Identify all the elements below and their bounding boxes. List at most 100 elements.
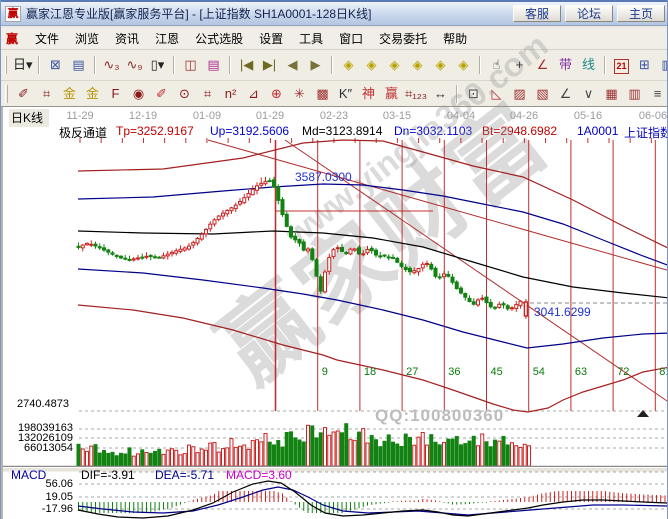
menu-item-设置[interactable]: 设置 (251, 28, 291, 49)
gann-number: 45 (491, 366, 503, 378)
angle-ruler-icon[interactable]: ⊿ (243, 84, 264, 104)
gann-diamond-down-icon[interactable]: ◈ (453, 55, 474, 75)
volume-bar (251, 441, 254, 466)
wave-9-icon[interactable]: ∿₉ (124, 55, 145, 75)
candle-body (404, 267, 407, 269)
menu-item-工具[interactable]: 工具 (291, 28, 331, 49)
candle-body (302, 242, 305, 250)
prev-page-icon[interactable]: ◀ (282, 55, 303, 75)
toolbar-grip[interactable] (5, 56, 7, 74)
candle-body (485, 297, 488, 302)
wave-v-icon[interactable]: ∨ (578, 84, 599, 104)
toolbar-separator (331, 56, 333, 74)
parallel-lines-icon[interactable]: ≡ (647, 84, 668, 104)
next-page-icon[interactable]: ▶ (305, 55, 326, 75)
dense-grid-icon[interactable]: ⌗ (197, 84, 218, 104)
candle-body (222, 213, 225, 216)
candle-body (115, 255, 118, 256)
crosshair-tool-icon[interactable]: + (509, 55, 530, 75)
calendar-21-icon[interactable]: 21 (611, 55, 632, 75)
compass-icon[interactable]: ⊕ (266, 84, 287, 104)
hand-tool-icon[interactable]: ☝ (486, 55, 507, 75)
shen-grid-icon[interactable]: 神 (358, 84, 379, 104)
time-circle-icon[interactable]: ⊙ (174, 84, 195, 104)
volume-bar (528, 446, 531, 466)
candle-body (273, 180, 276, 187)
multiline-tool-icon[interactable]: 线 (578, 55, 599, 75)
grid-solid-icon[interactable]: ▦ (601, 84, 622, 104)
square-web-icon[interactable]: ▩ (312, 84, 333, 104)
pen-tool-icon[interactable]: ✐ (13, 84, 34, 104)
home-button[interactable]: 主页 (617, 5, 665, 22)
gann-diamond-center-icon[interactable]: ◈ (338, 55, 359, 75)
volume-bar (217, 452, 220, 466)
red-pen-icon[interactable]: ✐ (151, 84, 172, 104)
gann-diamond-both-icon[interactable]: ◈ (407, 55, 428, 75)
volume-bar (162, 454, 165, 466)
fan-rays-icon[interactable]: ◺ (486, 84, 507, 104)
first-page-icon[interactable]: |◀ (236, 55, 257, 75)
volume-bar (396, 444, 399, 466)
volume-bar (468, 441, 471, 466)
ying-grid-icon[interactable]: 赢 (381, 84, 402, 104)
calculator-icon[interactable]: ⊞ (634, 55, 655, 75)
menu-item-资讯[interactable]: 资讯 (107, 28, 147, 49)
band-tool-icon[interactable]: 带 (555, 55, 576, 75)
volume-bar (115, 456, 118, 466)
pane-marker-triangle[interactable] (637, 410, 649, 417)
volume-bar (341, 433, 344, 466)
fan-box-icon[interactable]: ▨ (509, 84, 530, 104)
f10-report-icon[interactable]: ▤ (68, 55, 89, 75)
chart-area[interactable]: 日K线 11-2912-1901-0901-2902-2303-1504-040… (1, 107, 668, 519)
spiral-tool-icon[interactable]: ◉ (128, 84, 149, 104)
angle-line-tool-icon[interactable]: ∠ (532, 55, 553, 75)
candle-body (183, 248, 186, 250)
toolbar-grip[interactable] (5, 85, 8, 103)
ruler-123-icon[interactable]: ⌗₁₂₃ (404, 84, 428, 104)
menu-item-窗口[interactable]: 窗口 (331, 28, 371, 49)
f-grid-icon[interactable]: F (105, 84, 126, 104)
gold-grid-2-icon[interactable]: 金 (82, 84, 103, 104)
gann-diamond-up-icon[interactable]: ◈ (430, 55, 451, 75)
candle-body (460, 288, 463, 293)
memo-icon[interactable]: ▥ (657, 55, 668, 75)
angle-lines-icon[interactable]: ∠ (555, 84, 576, 104)
grid-lines-icon[interactable]: ▥ (624, 84, 645, 104)
volume-bar (515, 446, 518, 466)
menu-item-浏览[interactable]: 浏览 (67, 28, 107, 49)
toolbar-separator (604, 56, 606, 74)
width-measure-icon[interactable]: ↔ (430, 84, 451, 104)
period-day-dropdown[interactable]: 日▾ (12, 55, 33, 75)
volume-bar (273, 445, 276, 466)
menu-item-交易委托[interactable]: 交易委托 (371, 28, 435, 49)
color-histogram-icon[interactable]: ▤ (203, 55, 224, 75)
gann-diamond-right-icon[interactable]: ◈ (361, 55, 382, 75)
menu-item-文件[interactable]: 文件 (27, 28, 67, 49)
star-web-icon[interactable]: ✳ (289, 84, 310, 104)
gann-diamond-left-icon[interactable]: ◈ (384, 55, 405, 75)
candle-body (141, 257, 144, 258)
box-tool-icon[interactable]: ⊡ (463, 84, 484, 104)
switch-view-icon[interactable]: ◫ (180, 55, 201, 75)
app-window: 赢 赢家江恩专业版[赢家服务平台] - [上证指数 SH1A0001-128日K… (0, 0, 668, 519)
n-square-icon[interactable]: n² (220, 84, 241, 104)
fan-corner-icon[interactable]: ▧ (532, 84, 553, 104)
gold-grid-1-icon[interactable]: 金 (59, 84, 80, 104)
candle-body (324, 272, 327, 292)
candle-body (502, 304, 505, 305)
candle-body (489, 302, 492, 306)
info-browser-icon[interactable]: ⊠ (45, 55, 66, 75)
menu-item-帮助[interactable]: 帮助 (435, 28, 475, 49)
volume-bar (477, 446, 480, 466)
volume-bar (379, 447, 382, 466)
gann-grid-icon[interactable]: ⌗ (36, 84, 57, 104)
kline-style-dropdown[interactable]: ▯▾ (147, 55, 168, 75)
menu-item-公式选股[interactable]: 公式选股 (187, 28, 251, 49)
menu-item-江恩[interactable]: 江恩 (147, 28, 187, 49)
last-page-icon[interactable]: ▶| (259, 55, 280, 75)
service-button[interactable]: 客服 (513, 5, 561, 22)
candle-body (162, 256, 165, 258)
wave-3-icon[interactable]: ∿₃ (101, 55, 122, 75)
forum-button[interactable]: 论坛 (565, 5, 613, 22)
k-mark-icon[interactable]: K″ (335, 84, 356, 104)
